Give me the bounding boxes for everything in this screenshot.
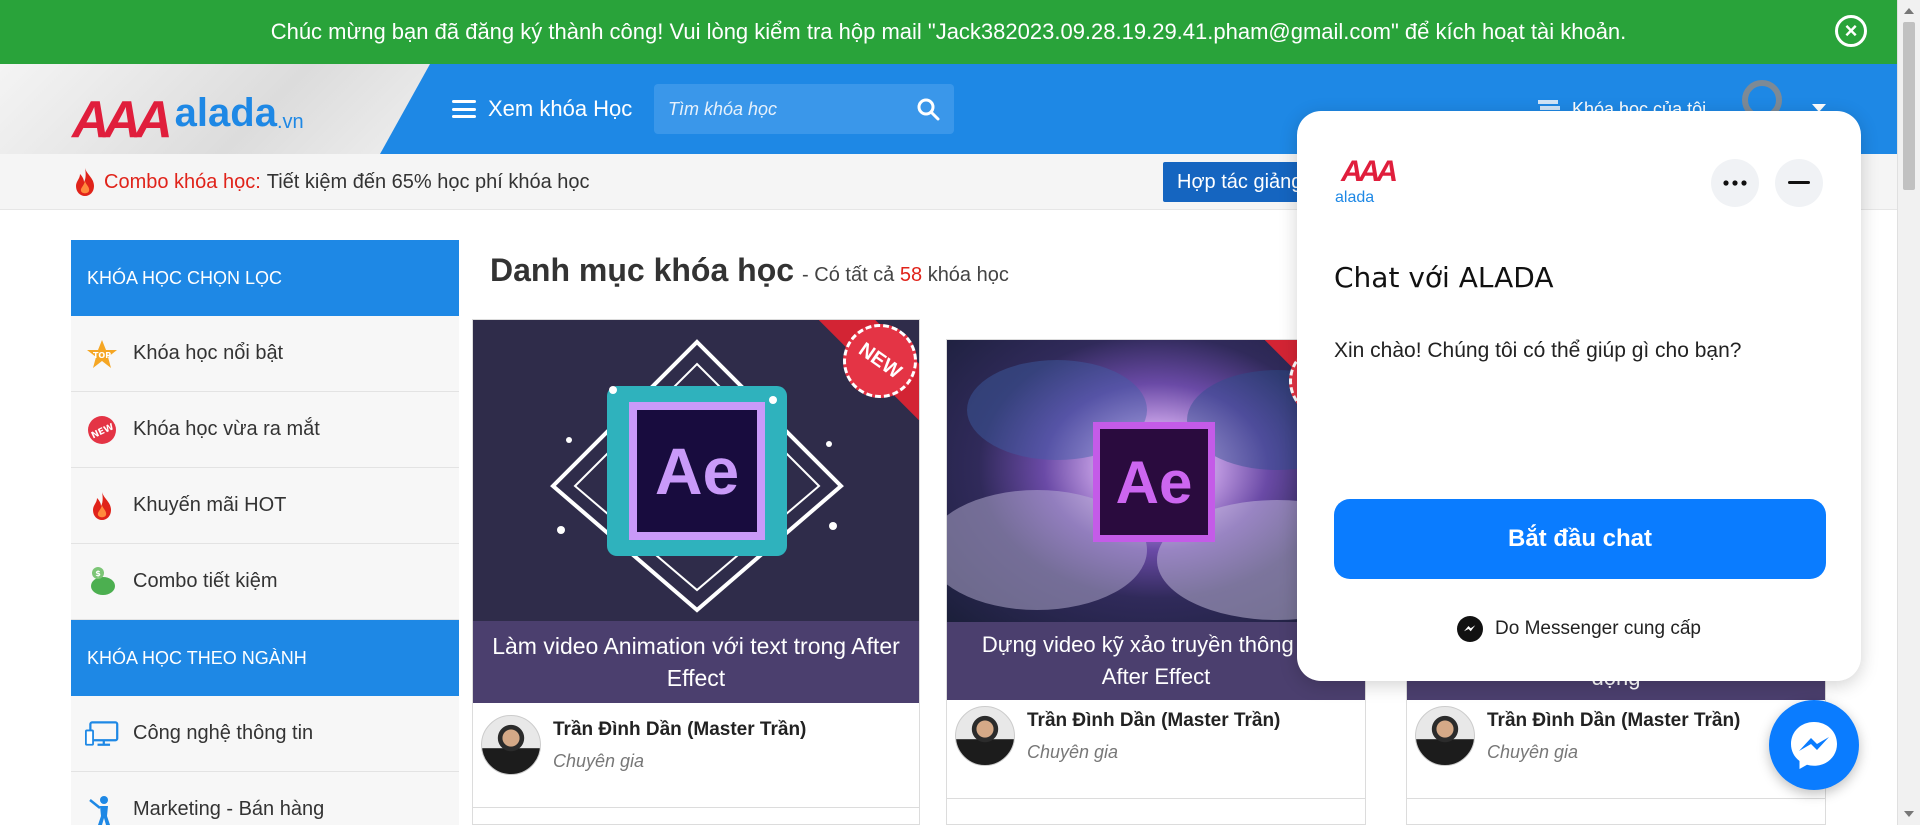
search-box [654, 84, 954, 134]
course-count-number: 58 [899, 264, 923, 286]
sidebar-section-featured: KHÓA HỌC CHỌN LỌC [71, 240, 459, 316]
partner-instructor-button[interactable]: Hợp tác giảng viên [1163, 162, 1303, 202]
course-count-prefix: - Có tất cả [802, 264, 895, 286]
course-author: Trần Đình Dần (Master Trần) Chuyên gia [1407, 706, 1825, 766]
category-heading: Danh mục khóa học - Có tất cả 58 khóa họ… [490, 252, 1009, 289]
fire-icon [85, 489, 119, 523]
author-avatar [955, 706, 1015, 766]
ae-logo-text: Ae [654, 434, 740, 508]
hamburger-menu-icon [452, 100, 476, 118]
author-name: Trần Đình Dần (Master Trần) [553, 718, 807, 740]
messenger-attribution: Do Messenger cung cấp [1297, 616, 1861, 642]
logo-mark-icon: AAA [72, 91, 173, 149]
course-card[interactable]: Ae NEW Làm video Animation với text tron… [472, 319, 920, 825]
site-logo[interactable]: AAA alada .vn [72, 72, 304, 146]
messenger-chat-popup: AAA alada Chat với ALADA Xin chào! Chúng… [1297, 111, 1861, 681]
sidebar-item-it[interactable]: Công nghệ thông tin [71, 696, 459, 772]
logo-text: alada [174, 91, 277, 135]
sidebar-item-label: Khuyến mãi HOT [133, 494, 287, 516]
author-name: Trần Đình Dần (Master Trần) [1027, 709, 1281, 731]
course-thumbnail[interactable]: Ae NEW [473, 320, 919, 621]
computer-icon [85, 717, 119, 751]
chat-logo-text: alada [1335, 189, 1375, 206]
banner-message: Chúc mừng bạn đã đăng ký thành công! Vui… [270, 19, 1627, 44]
close-icon[interactable]: × [1835, 15, 1867, 47]
search-input[interactable] [668, 98, 916, 120]
scroll-down-arrow-icon[interactable] [1904, 811, 1914, 817]
messenger-chat-button[interactable] [1769, 700, 1859, 790]
more-options-icon[interactable] [1711, 159, 1759, 207]
course-count-suffix: khóa học [927, 264, 1009, 286]
course-author: Trần Đình Dần (Master Trần) Chuyên gia [947, 706, 1365, 766]
card-divider [947, 798, 1365, 799]
sidebar-item-label: Công nghệ thông tin [133, 722, 314, 744]
page-title: Danh mục khóa học [490, 252, 795, 288]
author-role: Chuyên gia [1027, 741, 1119, 762]
course-title[interactable]: Làm video Animation với text trong After… [473, 621, 919, 703]
sidebar-item-new[interactable]: NEW Khóa học vừa ra mắt [71, 392, 459, 468]
course-author: Trần Đình Dần (Master Trần) Chuyên gia [473, 715, 919, 775]
sidebar-section-industry: KHÓA HỌC THEO NGÀNH [71, 620, 459, 696]
sidebar-item-label: Khóa học nổi bật [133, 342, 284, 364]
logo-suffix: .vn [276, 111, 304, 133]
sidebar-item-label: Marketing - Bán hàng [133, 798, 325, 820]
sidebar-item-featured[interactable]: TOP Khóa học nổi bật [71, 316, 459, 392]
logo-mark-icon: AAA [1341, 155, 1398, 188]
chat-greeting: Xin chào! Chúng tôi có thể giúp gì cho b… [1334, 339, 1742, 362]
new-ribbon: NEW [819, 320, 919, 420]
presenter-icon [85, 793, 119, 825]
author-name: Trần Đình Dần (Master Trần) [1487, 709, 1741, 731]
category-sidebar: KHÓA HỌC CHỌN LỌC TOP Khóa học nổi bật N… [71, 240, 459, 825]
start-chat-button[interactable]: Bắt đầu chat [1334, 499, 1826, 579]
card-divider [1407, 798, 1825, 799]
course-count: - Có tất cả 58 khóa học [802, 264, 1009, 287]
messenger-icon [1457, 616, 1484, 642]
page-scrollbar[interactable] [1897, 0, 1920, 825]
chat-title: Chat với ALADA [1334, 261, 1554, 294]
minimize-icon[interactable] [1775, 159, 1823, 207]
author-avatar [481, 715, 541, 775]
svg-text:TOP: TOP [93, 351, 111, 360]
sidebar-item-label: Khóa học vừa ra mắt [133, 418, 320, 440]
sidebar-item-combo[interactable]: $ Combo tiết kiệm [71, 544, 459, 620]
new-badge-icon: NEW [85, 413, 119, 447]
sidebar-item-label: Combo tiết kiệm [133, 570, 278, 592]
sidebar-item-hot[interactable]: Khuyến mãi HOT [71, 468, 459, 544]
combo-label: Combo khóa học: [104, 170, 261, 193]
scroll-up-arrow-icon[interactable] [1904, 8, 1914, 14]
ae-logo-text: Ae [1115, 448, 1193, 516]
top-star-icon: TOP [85, 337, 119, 371]
author-avatar [1415, 706, 1475, 766]
sidebar-item-marketing[interactable]: Marketing - Bán hàng [71, 772, 459, 825]
browse-courses-button[interactable]: Xem khóa Học [452, 64, 632, 154]
combo-promo[interactable]: Combo khóa học: Tiết kiệm đến 65% học ph… [72, 154, 590, 210]
browse-courses-label: Xem khóa Học [488, 96, 633, 121]
piggy-bank-icon: $ [85, 565, 119, 599]
messenger-icon [1791, 722, 1837, 769]
fire-icon [76, 168, 94, 196]
author-role: Chuyên gia [553, 750, 645, 771]
svg-text:$: $ [95, 569, 101, 578]
card-divider [473, 807, 919, 808]
scrollbar-thumb[interactable] [1903, 22, 1915, 190]
author-role: Chuyên gia [1487, 741, 1579, 762]
registration-success-banner: Chúc mừng bạn đã đăng ký thành công! Vui… [0, 0, 1897, 64]
combo-text: Tiết kiệm đến 65% học phí khóa học [266, 170, 590, 193]
provided-by-text: Do Messenger cung cấp [1495, 618, 1701, 639]
alada-logo: AAA alada [1335, 157, 1399, 217]
search-icon[interactable] [916, 97, 940, 121]
